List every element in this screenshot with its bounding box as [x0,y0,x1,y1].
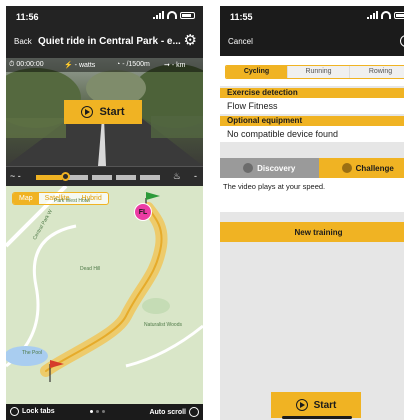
stats-bar: ⏱ 00:00:00 ⚡ - watts ◔ - /1500m ➞ - km [6,58,203,72]
star-icon [243,163,254,173]
back-button[interactable]: Back [14,37,32,46]
ride-screen: 11:56 Back Quiet ride in Central Park - … [6,6,203,420]
mode-selector: Discovery Challenge [220,158,404,178]
optional-equipment-value: No compatible device found [227,129,339,139]
video-preview[interactable]: ⏱ 00:00:00 ⚡ - watts ◔ - /1500m ➞ - km S… [6,58,203,166]
progress-segment [68,175,88,180]
optional-equipment-header: Optional equipment [220,116,404,126]
setup-screen: 11:55 Cancel i Cycling Running Rowing Ex… [220,6,404,420]
wifi-icon [167,11,177,19]
mode-description: The video plays at your speed. [220,178,404,212]
cancel-button[interactable]: Cancel [228,37,253,46]
battery-icon [180,11,195,19]
play-icon [295,399,308,411]
ride-title: Quiet ride in Central Park - e... [38,36,181,47]
exercise-detection-header: Exercise detection [220,88,404,98]
discovery-label: Discovery [257,163,296,173]
status-icons [153,11,195,19]
exercise-detection-value: Flow Fitness [227,101,278,111]
progress-segment [36,175,62,180]
play-icon [81,106,94,118]
home-indicator [282,416,352,419]
start-button[interactable]: Start [64,100,142,124]
challenge-label: Challenge [355,163,394,173]
route-map[interactable]: Map Satellite Hybrid Park West Hotel Cen… [6,186,203,404]
map-label-dead-hill: Dead Hill [80,266,101,272]
timer-stat: ⏱ 00:00:00 [9,61,44,68]
status-bar: 11:55 [220,6,404,28]
map-label-pool: The Pool [22,350,43,356]
map-tab-map[interactable]: Map [13,193,39,204]
info-icon[interactable]: i [400,35,404,47]
exercise-detection-row[interactable]: Flow Fitness › [220,98,404,114]
tab-cycling[interactable]: Cycling [226,66,288,78]
position-marker[interactable]: FL [134,203,152,221]
new-training-button[interactable]: New training [220,222,404,242]
challenge-mode-button[interactable]: Challenge [318,158,404,178]
progress-segment [116,175,136,180]
lock-icon [10,407,19,416]
sport-selector: Cycling Running Rowing [220,56,404,86]
nav-bar: Back Quiet ride in Central Park - e... ⚙ [6,28,203,56]
profile-right-icon: - [194,171,197,181]
wifi-icon [381,11,391,19]
elevation-profile[interactable]: ~ - ♨ - [6,166,203,186]
progress-handle[interactable] [61,172,70,181]
start-label: Start [313,399,337,411]
page-dots [90,410,105,413]
gear-icon[interactable]: ⚙ [184,33,197,48]
power-stat: ⚡ - watts [64,62,96,69]
nav-bar: Cancel i [220,28,404,56]
lock-tabs-label: Lock tabs [22,408,55,415]
auto-scroll-button[interactable]: Auto scroll [149,407,199,417]
trophy-icon [341,163,352,173]
signal-icon [367,11,378,19]
start-label: Start [99,106,125,118]
battery-icon [394,11,404,19]
status-time: 11:56 [16,12,39,22]
speed-stat: ➞ - km [164,62,186,69]
optional-equipment-row[interactable]: No compatible device found › [220,126,404,142]
sport-tabs: Cycling Running Rowing [225,65,404,79]
status-bar: 11:56 [6,6,203,28]
auto-scroll-icon [189,407,199,417]
profile-left-icon: ~ - [10,171,21,181]
status-icons [367,11,404,19]
signal-icon [153,11,164,19]
lock-tabs-button[interactable]: Lock tabs [10,407,55,416]
map-label-woods: Naturalist Woods [144,322,182,328]
tab-running[interactable]: Running [288,66,350,78]
bottom-bar: Lock tabs Auto scroll [6,404,203,420]
status-time: 11:55 [230,12,253,22]
map-label-hotel: Park West Hotel [54,198,91,204]
discovery-mode-button[interactable]: Discovery [220,158,319,178]
cadence-stat: ◔ - /1500m [116,61,150,68]
start-button[interactable]: Start [271,392,361,418]
progress-segment [140,175,160,180]
flame-icon: ♨ [172,171,181,181]
progress-segment [92,175,112,180]
map-canvas [6,186,203,404]
auto-scroll-label: Auto scroll [149,408,186,416]
tab-rowing[interactable]: Rowing [350,66,404,78]
